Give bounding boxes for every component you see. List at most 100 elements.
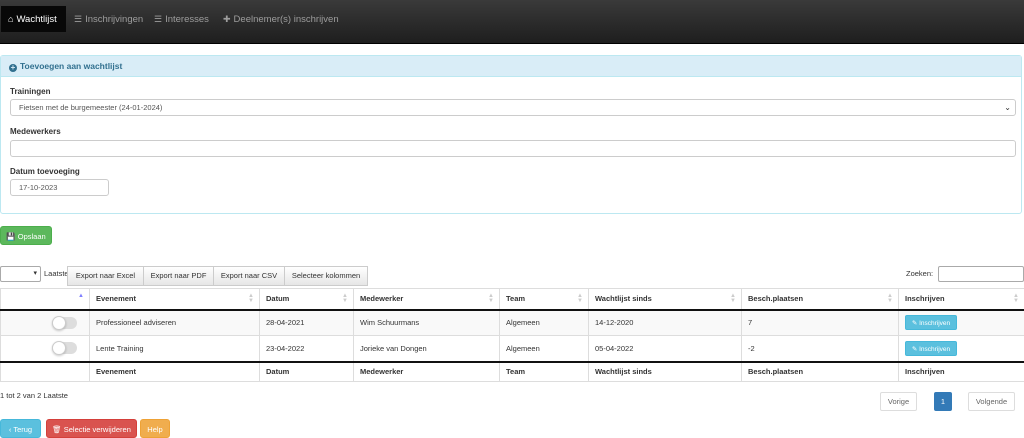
delete-label: Selectie verwijderen xyxy=(63,425,131,434)
evenement-cell: Lente Training xyxy=(89,335,260,362)
inschrijven-button[interactable]: ✎ Inschrijven xyxy=(905,315,957,331)
datum-value: 17-10-2023 xyxy=(19,183,58,192)
datum-toevoeging-input[interactable]: 17-10-2023 xyxy=(10,179,109,196)
footer-cell: Besch.plaatsen xyxy=(741,360,899,382)
list-icon: ☰ xyxy=(154,14,163,24)
column-header-team[interactable]: Team ▲ ▼ xyxy=(499,288,589,311)
pagination-previous[interactable]: Vorige xyxy=(880,392,917,411)
trainingen-label: Trainingen xyxy=(10,87,51,96)
waitlist-table: ▲ Evenement ▲ ▼ Datum ▲ ▼ Medewerker ▲ ▼ Team ▲… xyxy=(0,288,1024,382)
medewerkers-input[interactable] xyxy=(10,140,1016,157)
nav-label: Interesses xyxy=(165,14,209,25)
table-row[interactable]: Professioneel adviseren 28-04-2021 Wim S… xyxy=(0,309,1024,336)
medewerker-cell: Wim Schuurmans xyxy=(353,309,500,336)
back-button[interactable]: ‹ Terug xyxy=(0,419,41,438)
column-label: Medewerker xyxy=(360,294,404,304)
inschrijven-label: Inschrijven xyxy=(919,320,951,328)
export-excel-button[interactable]: Export naar Excel xyxy=(67,266,144,286)
datum-cell: 28-04-2021 xyxy=(259,309,354,336)
help-button[interactable]: Help xyxy=(140,419,170,438)
pagination-next[interactable]: Volgende xyxy=(968,392,1015,411)
nav-deelnemers-inschrijven[interactable]: ✚ Deelnemer(s) inschrijven xyxy=(216,6,346,32)
nav-interesses[interactable]: ☰ Interesses xyxy=(147,6,216,32)
column-header-evenement[interactable]: Evenement ▲ ▼ xyxy=(89,288,260,311)
wachtlijst-sinds-cell: 14-12-2020 xyxy=(588,309,742,336)
toggle-knob xyxy=(52,341,66,356)
footer-cell: Wachtlijst sinds xyxy=(588,360,742,382)
page-length-label: Laatste xyxy=(44,269,69,278)
footer-cell: Evenement xyxy=(89,360,260,382)
footer-cell: Inschrijven xyxy=(898,360,1024,382)
column-label: Besch.plaatsen xyxy=(748,294,804,304)
inschrijven-cell: ✎ Inschrijven xyxy=(898,335,1024,362)
column-label: Team xyxy=(506,294,526,304)
datum-toevoeging-label: Datum toevoeging xyxy=(10,167,80,176)
save-icon: 💾 xyxy=(6,232,16,241)
select-cell xyxy=(0,309,90,336)
export-csv-button[interactable]: Export naar CSV xyxy=(213,266,285,286)
pencil-icon: ✎ xyxy=(911,320,918,328)
add-to-waitlist-panel: + Toevoegen aan wachtlijst Trainingen Fie… xyxy=(0,55,1022,214)
footer-cell: Datum xyxy=(259,360,354,382)
inschrijven-button[interactable]: ✎ Inschrijven xyxy=(905,340,957,356)
column-header-select[interactable]: ▲ xyxy=(0,288,90,311)
besch-plaatsen-cell: 7 xyxy=(741,309,899,336)
column-header-inschrijven[interactable]: Inschrijven ▲ ▼ xyxy=(898,288,1024,311)
nav-label: Inschrijvingen xyxy=(85,14,144,25)
home-icon: ⌂ xyxy=(8,14,14,24)
search-input[interactable] xyxy=(938,266,1024,282)
nav-wachtlijst[interactable]: ⌂ Wachtlijst xyxy=(1,6,66,32)
team-cell: Algemeen xyxy=(499,335,589,362)
top-navbar: ⌂ Wachtlijst ☰ Inschrijvingen ☰ Interesses … xyxy=(0,0,1024,44)
toggle-knob xyxy=(52,315,66,330)
footer-cell: Team xyxy=(499,360,589,382)
wachtlijst-sinds-cell: 05-04-2022 xyxy=(588,335,742,362)
plus-circle-icon: + xyxy=(9,63,17,72)
export-pdf-button[interactable]: Export naar PDF xyxy=(143,266,214,286)
back-label: Terug xyxy=(13,425,33,434)
inschrijven-label: Inschrijven xyxy=(919,345,951,353)
select-cell xyxy=(0,335,90,362)
table-footer-row: Evenement Datum Medewerker Team Wachtlij… xyxy=(0,360,1024,382)
column-label: Evenement xyxy=(96,294,137,304)
column-header-besch-plaatsen[interactable]: Besch.plaatsen ▲ ▼ xyxy=(741,288,899,311)
list-icon: ☰ xyxy=(74,14,83,24)
footer-cell: Medewerker xyxy=(353,360,500,382)
chevron-down-icon: ▾ xyxy=(33,270,37,277)
sort-icon: ▲ ▼ xyxy=(730,293,736,304)
datum-cell: 23-04-2022 xyxy=(259,335,354,362)
column-label: Datum xyxy=(266,294,290,304)
save-label: Opslaan xyxy=(17,232,46,241)
team-cell: Algemeen xyxy=(499,309,589,336)
table-header-row: ▲ Evenement ▲ ▼ Datum ▲ ▼ Medewerker ▲ ▼ Team ▲… xyxy=(0,288,1024,311)
sort-icon: ▲ ▼ xyxy=(342,293,348,304)
nav-label: Wachtlijst xyxy=(16,14,57,25)
panel-heading: + Toevoegen aan wachtlijst xyxy=(1,56,1021,77)
pagination-page-1[interactable]: 1 xyxy=(934,392,952,411)
column-header-wachtlijst-sinds[interactable]: Wachtlijst sinds ▲ ▼ xyxy=(588,288,742,311)
nav-inschrijvingen[interactable]: ☰ Inschrijvingen xyxy=(67,6,150,32)
nav-label: Deelnemer(s) inschrijven xyxy=(233,14,339,25)
plus-icon: ✚ xyxy=(223,14,231,24)
trainingen-select[interactable]: Fietsen met de burgemeester (24-01-2024)… xyxy=(10,99,1016,116)
besch-plaatsen-cell: -2 xyxy=(741,335,899,362)
column-header-medewerker[interactable]: Medewerker ▲ ▼ xyxy=(353,288,500,311)
table-row[interactable]: Lente Training 23-04-2022 Jorieke van Do… xyxy=(0,335,1024,362)
delete-selection-button[interactable]: 🗑 Selectie verwijderen xyxy=(46,419,137,438)
column-label: Wachtlijst sinds xyxy=(595,294,652,304)
sort-icon: ▲ ▼ xyxy=(488,293,494,304)
help-label: Help xyxy=(147,425,163,434)
chevron-down-icon: ⌄ xyxy=(1004,103,1011,112)
footer-cell xyxy=(0,360,90,382)
select-toggle[interactable] xyxy=(52,341,77,356)
sort-icon: ▲ ▼ xyxy=(577,293,583,304)
select-columns-button[interactable]: Selecteer kolommen xyxy=(284,266,368,286)
pencil-icon: ✎ xyxy=(911,345,918,353)
inschrijven-cell: ✎ Inschrijven xyxy=(898,309,1024,336)
page-length-select[interactable]: ▾ xyxy=(0,266,41,282)
sort-icon: ▲ ▼ xyxy=(248,293,254,304)
panel-title: Toevoegen aan wachtlijst xyxy=(20,61,123,71)
select-toggle[interactable] xyxy=(52,315,77,330)
column-header-datum[interactable]: Datum ▲ ▼ xyxy=(259,288,354,311)
save-button[interactable]: 💾 Opslaan xyxy=(0,226,52,245)
